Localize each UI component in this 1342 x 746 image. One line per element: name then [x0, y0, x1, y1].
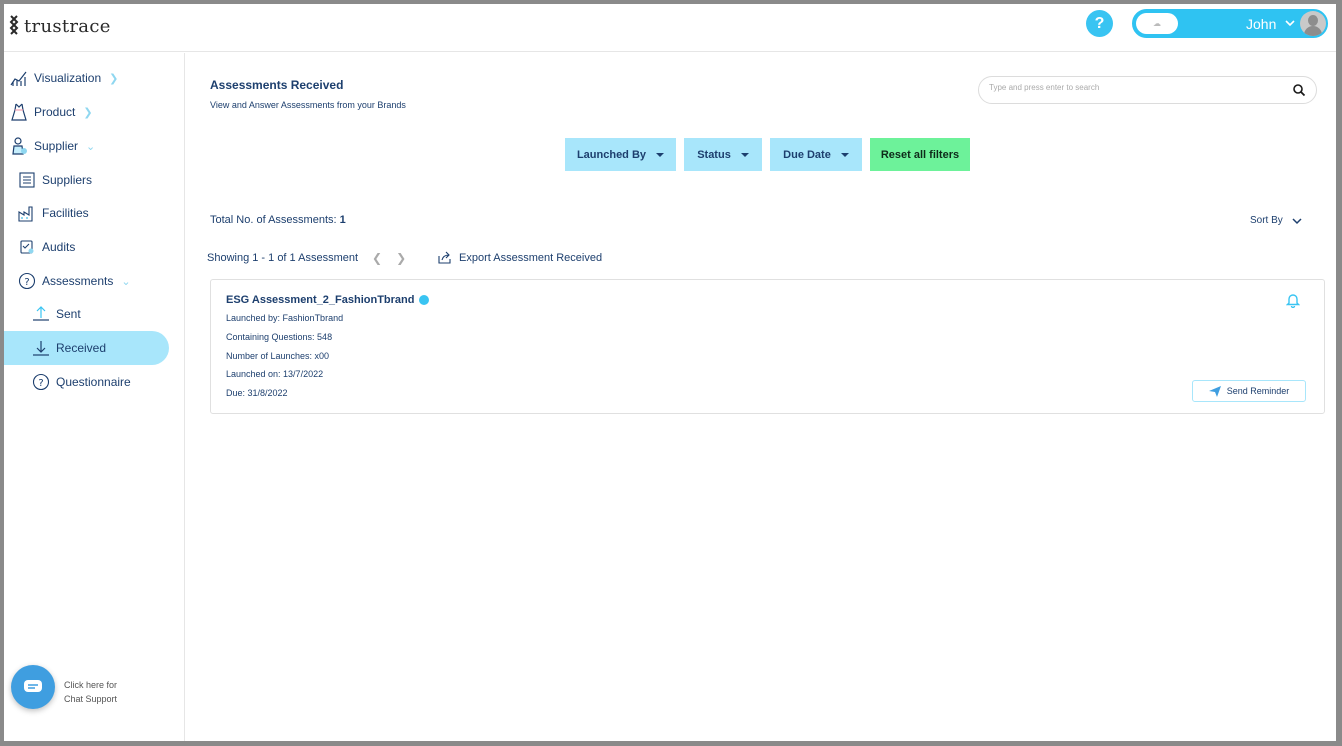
sidebar-item-audits[interactable]: Audits: [18, 238, 75, 256]
sidebar-item-suppliers[interactable]: Suppliers: [18, 171, 92, 189]
total-count: 1: [339, 214, 346, 226]
search-input[interactable]: [989, 83, 1279, 92]
sidebar-item-product[interactable]: Product ❯: [10, 103, 93, 121]
sidebar: Visualization ❯ Product ❯ Supplier ⌄ Sup…: [4, 53, 185, 741]
question-icon: ?: [18, 272, 36, 290]
sidebar-item-questionnaire[interactable]: ? Questionnaire: [32, 373, 131, 391]
sidebar-item-sent[interactable]: Sent: [32, 305, 81, 323]
launched-by-text: Launched by: FashionTbrand: [226, 313, 344, 323]
sidebar-item-label: Questionnaire: [56, 375, 131, 389]
due-date-filter[interactable]: Due Date: [770, 138, 862, 171]
status-filter[interactable]: Status: [684, 138, 762, 171]
trustrace-logo[interactable]: trustrace: [8, 14, 111, 38]
sidebar-item-assessments[interactable]: ? Assessments ⌄: [18, 272, 131, 290]
total-assessments: Total No. of Assessments: 1: [210, 214, 346, 226]
chevron-down-icon: ⌄: [121, 275, 131, 288]
avatar[interactable]: [1300, 11, 1326, 36]
list-icon: [18, 171, 36, 189]
launched-on-text: Launched on: 13/7/2022: [226, 369, 324, 379]
upload-icon: [32, 305, 50, 323]
send-icon: [1208, 385, 1221, 397]
chat-support-button[interactable]: [11, 665, 55, 709]
theme-toggle[interactable]: ☁: [1136, 13, 1178, 34]
sidebar-item-label: Visualization: [34, 71, 102, 85]
bell-icon[interactable]: [1286, 292, 1300, 308]
search-box[interactable]: [978, 76, 1317, 104]
help-button[interactable]: ?: [1086, 10, 1113, 37]
chevron-right-icon: ❯: [109, 72, 119, 85]
launches-count-text: Number of Launches: x00: [226, 351, 330, 361]
svg-text:?: ?: [24, 277, 29, 288]
assessment-card[interactable]: ESG Assessment_2_FashionTbrand Launched …: [210, 279, 1325, 414]
prev-page-icon[interactable]: ❮: [372, 251, 382, 265]
audit-icon: [18, 238, 36, 256]
question-icon: ?: [32, 373, 50, 391]
chevron-down-icon: [1292, 217, 1302, 224]
sidebar-item-supplier[interactable]: Supplier ⌄: [10, 137, 95, 155]
chevron-down-icon: [1285, 20, 1295, 27]
sidebar-item-visualization[interactable]: Visualization ❯: [10, 69, 118, 87]
user-menu[interactable]: ☁ John: [1132, 9, 1328, 38]
sort-by-dropdown[interactable]: Sort By: [1250, 215, 1303, 226]
chevron-down-icon: ⌄: [86, 140, 96, 153]
sidebar-item-label: Audits: [42, 240, 76, 254]
export-icon: [438, 251, 451, 264]
chevron-right-icon: ❯: [83, 106, 93, 119]
sidebar-item-label: Sent: [56, 307, 81, 321]
chart-icon: [10, 69, 28, 87]
logo-text: trustrace: [24, 15, 111, 37]
send-reminder-button[interactable]: Send Reminder: [1192, 380, 1306, 402]
dress-icon: [10, 103, 28, 121]
sidebar-item-label: Product: [34, 105, 76, 119]
factory-icon: [18, 204, 36, 222]
sidebar-item-label: Facilities: [42, 206, 89, 220]
app-window: trustrace ? ☁ John Visualization ❯ Produ…: [4, 4, 1336, 741]
pagination-info: Showing 1 - 1 of 1 Assessment ❮ ❯: [207, 251, 407, 265]
status-dot: [418, 295, 429, 305]
sidebar-item-received[interactable]: Received: [4, 331, 169, 365]
sidebar-item-label: Assessments: [42, 274, 114, 288]
main-content: Assessments Received View and Answer Ass…: [186, 53, 1336, 741]
page-subtitle: View and Answer Assessments from your Br…: [210, 100, 406, 110]
search-icon[interactable]: [1292, 83, 1306, 97]
top-header: trustrace ? ☁ John: [4, 4, 1336, 52]
logo-icon: [9, 15, 19, 35]
sidebar-item-label: Suppliers: [42, 173, 93, 187]
export-button[interactable]: Export Assessment Received: [438, 251, 602, 264]
svg-text:?: ?: [38, 378, 43, 389]
next-page-icon[interactable]: ❯: [396, 251, 406, 265]
chat-support-label: Click here for Chat Support: [64, 680, 118, 704]
assessment-title[interactable]: ESG Assessment_2_FashionTbrand: [226, 294, 429, 306]
chat-icon: [24, 680, 42, 692]
sidebar-item-facilities[interactable]: Facilities: [18, 204, 89, 222]
caret-down-icon: [740, 152, 749, 157]
questions-count-text: Containing Questions: 548: [226, 332, 333, 342]
download-icon: [32, 339, 50, 357]
supplier-icon: [10, 137, 28, 155]
page-title: Assessments Received: [210, 78, 344, 92]
caret-down-icon: [656, 152, 665, 157]
user-name: John: [1246, 16, 1277, 32]
sidebar-item-label: Supplier: [34, 139, 79, 153]
due-date-text: Due: 31/8/2022: [226, 388, 288, 398]
sidebar-item-label: Received: [56, 341, 107, 355]
caret-down-icon: [840, 152, 849, 157]
reset-filters-button[interactable]: Reset all filters: [870, 138, 970, 171]
launched-by-filter[interactable]: Launched By: [565, 138, 676, 171]
